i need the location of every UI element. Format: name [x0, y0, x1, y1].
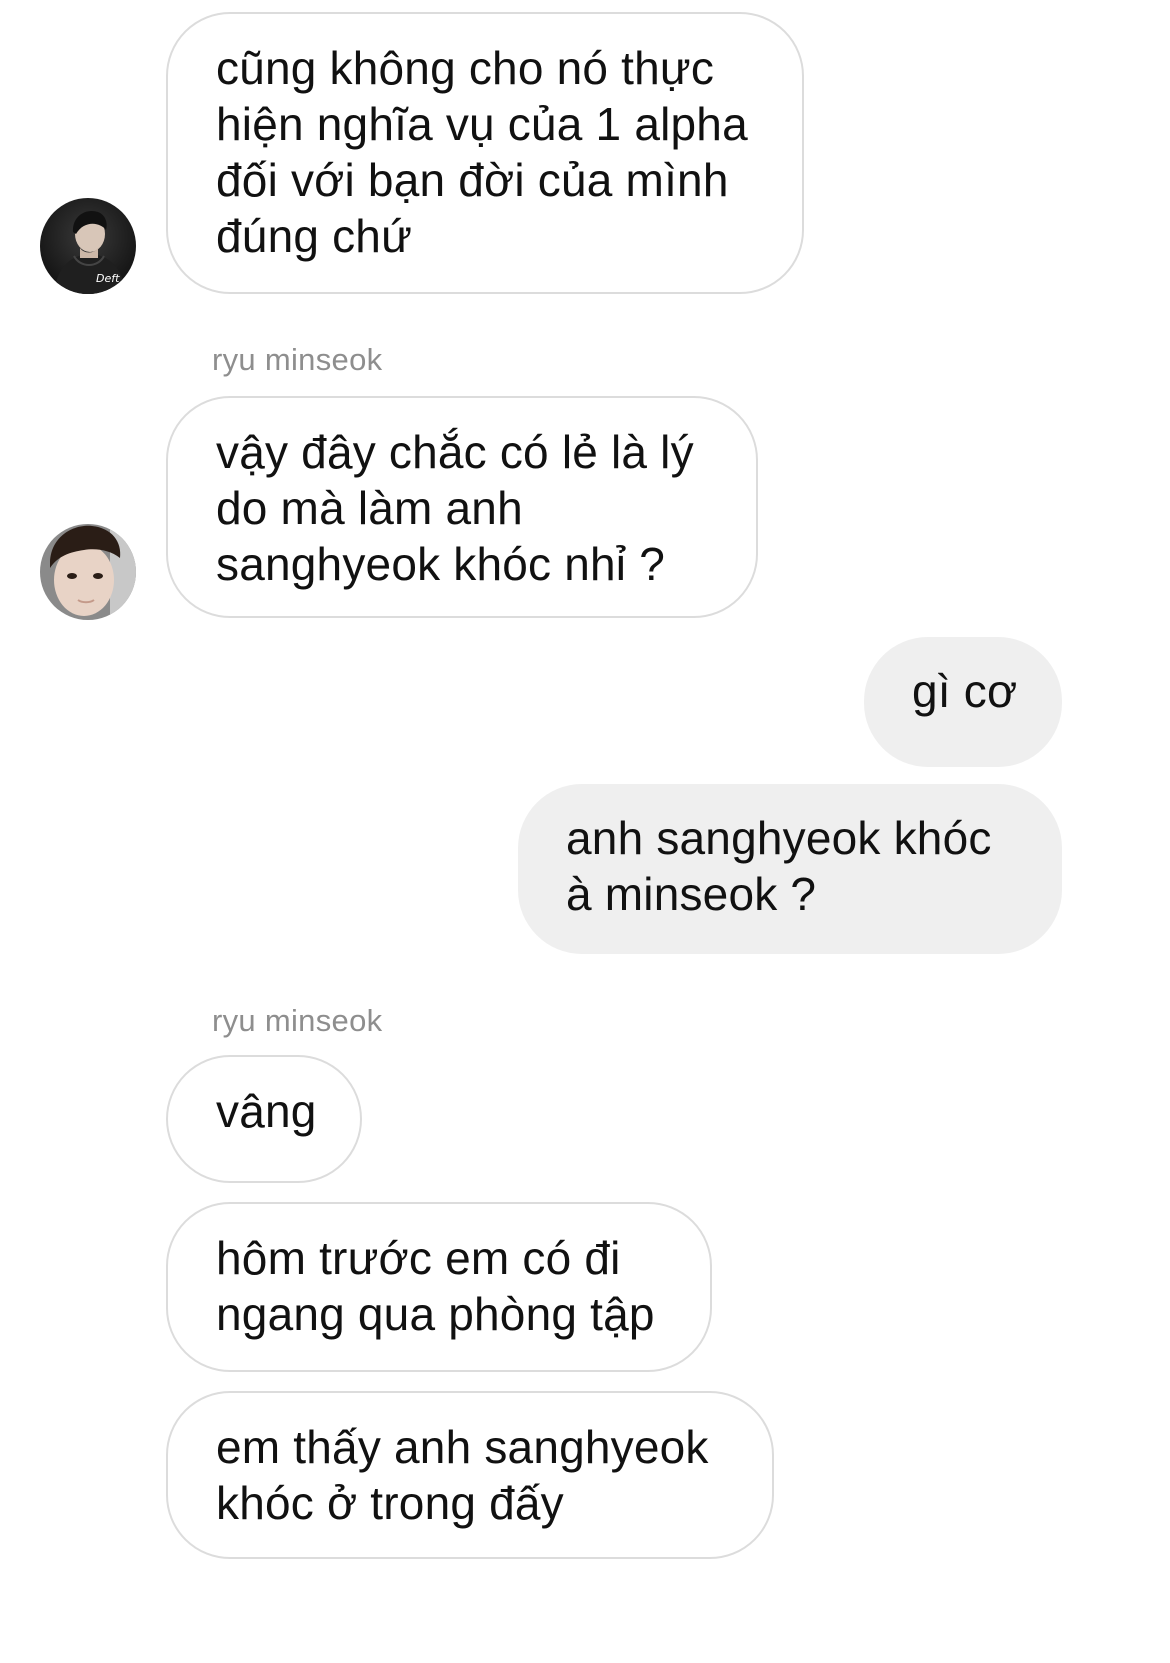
- sender-name: ryu minseok: [212, 342, 383, 377]
- message-bubble-incoming[interactable]: hôm trước em có đi ngang qua phòng tập: [166, 1202, 712, 1372]
- message-bubble-incoming[interactable]: vâng: [166, 1055, 362, 1183]
- message-bubble-incoming[interactable]: cũng không cho nó thực hiện nghĩa vụ của…: [166, 12, 804, 294]
- profile-photo-icon: [40, 524, 136, 620]
- message-bubble-incoming[interactable]: em thấy anh sanghyeok khóc ở trong đấy: [166, 1391, 774, 1559]
- avatar-overlay-text: Deft: [96, 272, 120, 285]
- message-bubble-outgoing[interactable]: anh sanghyeok khóc à minseok ?: [518, 784, 1062, 954]
- avatar-ryu-minseok[interactable]: [40, 524, 136, 620]
- message-bubble-incoming[interactable]: vậy đây chắc có lẻ là lý do mà làm anh s…: [166, 396, 758, 618]
- message-bubble-outgoing[interactable]: gì cơ: [864, 637, 1062, 767]
- avatar-deft[interactable]: Deft: [40, 198, 136, 294]
- profile-photo-icon: Deft: [40, 198, 136, 294]
- sender-name: ryu minseok: [212, 1003, 383, 1038]
